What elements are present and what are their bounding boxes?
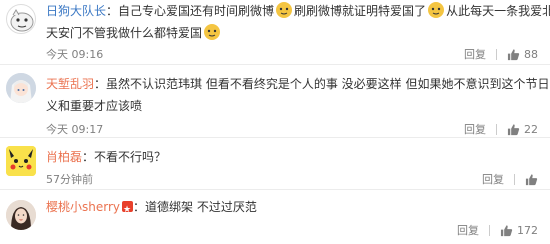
username-link[interactable]: 樱桃小sherry: [46, 200, 120, 214]
thumbs-up-icon: [507, 48, 520, 60]
thumbs-up-icon: [525, 173, 538, 185]
thumbs-up-icon: [500, 224, 513, 236]
comment-text-part: 自己专心爱国还有时间刷微博: [118, 4, 275, 18]
divider: [514, 173, 515, 185]
thumbs-up-icon: [507, 123, 520, 135]
anime-girl-avatar-icon: [6, 73, 36, 103]
comment-item: 樱桃小sherry ：道德绑架 不过过厌范 回复 172: [0, 190, 550, 244]
comment-timestamp: 今天 09:17: [46, 123, 104, 136]
comment-text-part: 道德绑架 不过过厌范: [145, 200, 257, 214]
comment-text: 天堑乱羽：虽然不认识范玮琪 但看不看终究是个人的事 没必要这样 但如果她不意识到…: [46, 73, 550, 95]
doge-emoji-icon: [276, 2, 293, 18]
reply-button[interactable]: 回复: [464, 121, 486, 137]
like-button[interactable]: 172: [500, 224, 538, 237]
pikachu-avatar-icon: [6, 146, 36, 176]
reply-button[interactable]: 回复: [482, 171, 504, 187]
avatar[interactable]: [6, 200, 36, 230]
separator: ：: [82, 150, 95, 164]
photo-avatar-icon: [6, 200, 36, 230]
comment-text: 樱桃小sherry ：道德绑架 不过过厌范: [46, 196, 257, 221]
comment-text: 肖柏磊：不看不行吗？: [46, 146, 166, 168]
like-count: 88: [524, 47, 538, 61]
doge-emoji-icon: [204, 24, 221, 40]
divider: [496, 48, 497, 60]
comment-actions: 回复: [482, 171, 538, 187]
comment-actions: 回复 88: [464, 46, 538, 62]
divider: [489, 224, 490, 236]
like-button[interactable]: 22: [507, 123, 538, 136]
comment-timestamp: 57分钟前: [46, 173, 93, 186]
comment-item: 天堑乱羽：虽然不认识范玮琪 但看不看终究是个人的事 没必要这样 但如果她不意识到…: [0, 65, 550, 138]
comment-text-part: 从此每天一条我爱北京: [446, 4, 550, 18]
avatar[interactable]: [6, 73, 36, 103]
comment-item: 肖柏磊：不看不行吗？ 57分钟前 回复: [0, 138, 550, 190]
comment-timestamp: 今天 09:16: [46, 48, 104, 61]
like-button[interactable]: 88: [507, 48, 538, 61]
comment-actions: 回复 172: [457, 222, 538, 238]
comment-text-line2: 义和重要才应该喷: [46, 95, 142, 117]
comment-actions: 回复 22: [464, 121, 538, 137]
comment-text-part: 义和重要才应该喷: [46, 99, 143, 113]
divider: [496, 123, 497, 135]
comment-text-part: 不看不行吗？: [94, 150, 167, 164]
avatar[interactable]: [6, 4, 36, 34]
reply-button[interactable]: 回复: [464, 46, 486, 62]
comment-item: 日狗大队长：自己专心爱国还有时间刷微博 刷刷微博就证明特爱国了 从此每天一条我爱北京…: [0, 0, 550, 65]
separator: ：: [106, 4, 119, 18]
separator: ：: [133, 200, 146, 214]
verified-badge-icon: [122, 199, 133, 221]
comment-text-part: 刷刷微博就证明特爱国了: [294, 4, 427, 18]
doge-emoji-icon: [428, 2, 445, 18]
comment-text: 日狗大队长：自己专心爱国还有时间刷微博 刷刷微博就证明特爱国了 从此每天一条我爱北京: [46, 0, 550, 22]
avatar[interactable]: [6, 146, 36, 176]
like-count: 22: [524, 122, 538, 136]
comment-text-part: 虽然不认识范玮琪 但看不看终究是个人的事 没必要这样 但如果她不意识到这个节日的…: [106, 77, 550, 91]
username-link[interactable]: 天堑乱羽: [46, 77, 94, 91]
like-button[interactable]: [525, 173, 538, 186]
reply-button[interactable]: 回复: [457, 222, 479, 238]
username-link[interactable]: 肖柏磊: [46, 150, 82, 164]
cartoon-avatar-icon: [10, 9, 34, 32]
comment-text-part: 天安门不管我做什么都特爱国: [46, 26, 203, 40]
comment-text-line2: 天安门不管我做什么都特爱国: [46, 22, 222, 44]
separator: ：: [94, 77, 107, 91]
like-count: 172: [517, 223, 538, 237]
username-link[interactable]: 日狗大队长: [46, 4, 106, 18]
